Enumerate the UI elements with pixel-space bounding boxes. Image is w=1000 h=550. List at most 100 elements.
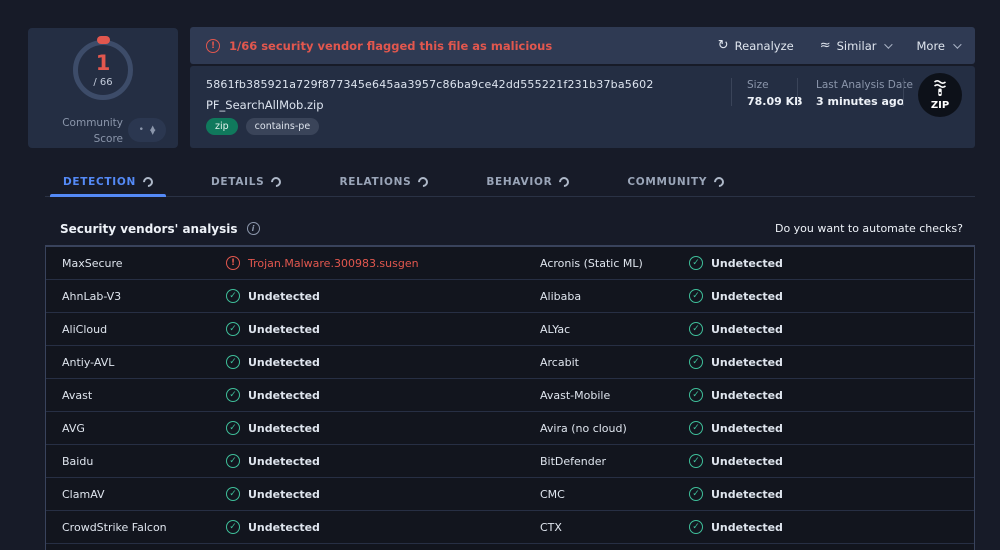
detection-score-value: 1: [95, 50, 111, 75]
detection-result: ✓ Undetected: [689, 421, 974, 435]
loading-spinner-icon: [140, 174, 156, 190]
vendor-name: AhnLab-V3: [62, 289, 122, 303]
vendor-name: AliCloud: [62, 322, 108, 336]
info-icon[interactable]: i: [246, 222, 260, 235]
file-tags: zip contains-pe: [206, 118, 320, 135]
check-icon: ✓: [689, 487, 703, 501]
check-icon: ✓: [226, 388, 240, 402]
check-icon: ✓: [226, 289, 240, 303]
vendor-name: Baidu: [62, 454, 94, 468]
vendor-name: CTX: [540, 520, 562, 534]
more-button[interactable]: More: [916, 39, 962, 53]
check-icon: ✓: [226, 355, 240, 369]
banner-actions: ↻ Reanalyze ≈ Similar More: [718, 38, 962, 53]
vote-carets[interactable]: ▲ ▼: [150, 124, 155, 136]
analysis-panel-title: Security vendors' analysis: [60, 221, 238, 236]
vendor-name: MaxSecure: [62, 256, 123, 270]
banner-warning-text: 1/66 security vendor flagged this file a…: [229, 38, 553, 53]
community-score-label: Community Score: [62, 117, 123, 145]
detection-arc-indicator: [97, 36, 110, 44]
tab-detection[interactable]: DETECTION: [50, 168, 167, 197]
alert-icon: !: [226, 256, 240, 270]
vendor-name: Avast-Mobile: [540, 388, 611, 402]
file-hash[interactable]: 5861fb385921a729f877345e645aa3957c86ba9c…: [206, 78, 654, 91]
check-icon: ✓: [689, 322, 703, 336]
detection-result: ✓ Undetected: [226, 289, 524, 303]
check-icon: ✓: [226, 487, 240, 501]
tab-details[interactable]: DETAILS: [198, 168, 294, 196]
check-icon: ✓: [226, 454, 240, 468]
vote-dot-icon: •: [138, 125, 144, 135]
detection-result: ✓ Undetected: [226, 487, 524, 501]
table-row: MaxSecure ! Trojan.Malware.300983.susgen…: [46, 247, 974, 280]
community-score-card: 1 / 66 Community Score • ▲ ▼: [28, 28, 178, 148]
file-info-card: 5861fb385921a729f877345e645aa3957c86ba9c…: [190, 66, 975, 148]
table-row-partial: [46, 544, 974, 550]
table-row: Avast ✓ Undetected Avast-Mobile ✓ Undete…: [46, 379, 974, 412]
svg-text:ZIP: ZIP: [931, 100, 949, 111]
vendor-name: BitDefender: [540, 454, 607, 468]
table-row: AhnLab-V3 ✓ Undetected Alibaba ✓ Undetec…: [46, 280, 974, 313]
detection-result: ✓ Undetected: [689, 388, 974, 402]
last-analysis-label: Last Analysis Date: [816, 79, 913, 91]
check-icon: ✓: [226, 421, 240, 435]
tab-relations[interactable]: RELATIONS: [326, 168, 441, 196]
vendor-name: Alibaba: [540, 289, 582, 303]
table-row: Antiy-AVL ✓ Undetected Arcabit ✓ Undetec…: [46, 346, 974, 379]
table-row: AVG ✓ Undetected Avira (no cloud) ✓ Unde…: [46, 412, 974, 445]
detection-result: ✓ Undetected: [689, 322, 974, 336]
tab-bar: DETECTION DETAILS RELATIONS BEHAVIOR COM…: [45, 168, 975, 197]
vendor-table: MaxSecure ! Trojan.Malware.300983.susgen…: [45, 246, 975, 550]
detection-result: ✓ Undetected: [226, 520, 524, 534]
check-icon: ✓: [226, 520, 240, 534]
vendor-name: CrowdStrike Falcon: [62, 520, 167, 534]
file-name: PF_SearchAllMob.zip: [206, 98, 324, 112]
similar-button[interactable]: ≈ Similar: [820, 38, 894, 53]
loading-spinner-icon: [712, 174, 727, 190]
loading-spinner-icon: [269, 174, 284, 190]
vote-down-icon[interactable]: ▼: [150, 128, 155, 135]
detection-result: ✓ Undetected: [689, 454, 974, 468]
detection-score-ring: 1 / 66: [73, 40, 133, 100]
detection-result: ✓ Undetected: [226, 388, 524, 402]
tab-community[interactable]: COMMUNITY: [614, 168, 737, 196]
last-analysis-value: 3 minutes ago: [816, 95, 905, 108]
detection-result: ✓ Undetected: [689, 289, 974, 303]
tab-behavior[interactable]: BEHAVIOR: [473, 168, 582, 196]
detection-result: ✓ Undetected: [689, 256, 974, 270]
detection-result: ✓ Undetected: [226, 454, 524, 468]
table-row: CrowdStrike Falcon ✓ Undetected CTX ✓ Un…: [46, 511, 974, 544]
vendor-name: Arcabit: [540, 355, 579, 369]
vendor-name: AVG: [62, 421, 85, 435]
check-icon: ✓: [689, 454, 703, 468]
table-row: ClamAV ✓ Undetected CMC ✓ Undetected: [46, 478, 974, 511]
detection-result: ! Trojan.Malware.300983.susgen: [226, 256, 524, 270]
table-row: Baidu ✓ Undetected BitDefender ✓ Undetec…: [46, 445, 974, 478]
size-value: 78.09 KB: [747, 95, 803, 108]
detection-result: ✓ Undetected: [226, 322, 524, 336]
file-tag-zip[interactable]: zip: [206, 118, 238, 135]
community-vote-widget[interactable]: • ▲ ▼: [128, 118, 166, 142]
vendor-name: Antiy-AVL: [62, 355, 115, 369]
size-label: Size: [747, 79, 769, 91]
divider: [797, 78, 798, 106]
file-tag-contains-pe[interactable]: contains-pe: [245, 118, 320, 135]
check-icon: ✓: [689, 520, 703, 534]
detection-score-total: / 66: [93, 76, 113, 88]
table-row: AliCloud ✓ Undetected ALYac ✓ Undetected: [46, 313, 974, 346]
vendor-name: Acronis (Static ML): [540, 256, 643, 270]
reanalyze-button[interactable]: ↻ Reanalyze: [718, 38, 794, 53]
check-icon: ✓: [689, 289, 703, 303]
automate-checks-link[interactable]: Do you want to automate checks?: [775, 222, 963, 235]
divider: [903, 78, 904, 106]
check-icon: ✓: [226, 322, 240, 336]
vendor-name: CMC: [540, 487, 565, 501]
check-icon: ✓: [689, 256, 703, 270]
vendor-name: ClamAV: [62, 487, 105, 501]
zip-file-icon: ZIP: [918, 73, 962, 121]
divider: [731, 78, 732, 106]
detection-result: ✓ Undetected: [689, 355, 974, 369]
refresh-icon: ↻: [717, 38, 729, 53]
detection-banner: ! 1/66 security vendor flagged this file…: [190, 27, 975, 64]
warning-icon: !: [206, 38, 220, 53]
